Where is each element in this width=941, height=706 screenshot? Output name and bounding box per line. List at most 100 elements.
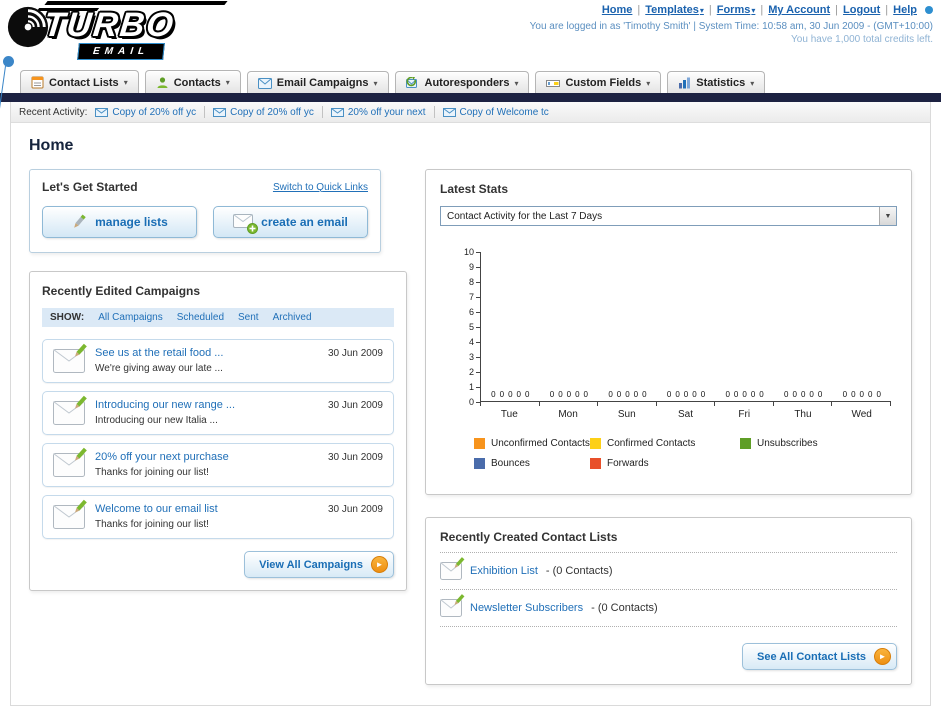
legend-item: Unconfirmed Contacts xyxy=(474,438,590,449)
chart-value-group: 00000 xyxy=(549,390,588,399)
caret-down-icon: ▾ xyxy=(750,78,755,88)
top-link-logout[interactable]: Logout xyxy=(843,4,880,16)
y-axis-label: 10 xyxy=(464,247,480,257)
view-all-campaigns-button[interactable]: View All Campaigns ► xyxy=(244,551,394,578)
y-axis-label: 5 xyxy=(469,322,480,332)
recent-activity-link[interactable]: Copy of Welcome tc xyxy=(460,107,549,118)
chart-value-group: 00000 xyxy=(784,390,823,399)
pencil-icon xyxy=(74,214,86,228)
header: TURBO EMAIL Home | Templates▾ | Forms▾ | My… xyxy=(0,0,941,110)
manage-lists-button[interactable]: manage lists xyxy=(42,206,197,238)
envelope-plus-icon xyxy=(233,213,259,234)
login-info: You are logged in as 'Timothy Smith' | S… xyxy=(529,21,933,32)
tab-autoresponders[interactable]: Autoresponders ▾ xyxy=(394,71,530,93)
right-column: Latest Stats Contact Activity for the La… xyxy=(425,169,912,685)
chart-value-group: 00000 xyxy=(608,390,647,399)
campaign-item[interactable]: Introducing our new range ... Introducin… xyxy=(42,391,394,435)
campaign-date: 30 Jun 2009 xyxy=(327,400,383,411)
tab-label: Contacts xyxy=(173,76,221,89)
tab-statistics[interactable]: Statistics ▾ xyxy=(667,71,766,93)
filter-archived[interactable]: Archived xyxy=(273,312,312,323)
envelope-pencil-icon xyxy=(440,557,465,580)
caret-down-icon: ▾ xyxy=(123,78,128,87)
campaign-link[interactable]: Welcome to our email list xyxy=(95,503,218,515)
statistics-icon xyxy=(679,77,691,89)
turbo-email-logo: TURBO EMAIL xyxy=(6,2,177,60)
filter-all-campaigns[interactable]: All Campaigns xyxy=(98,312,162,323)
recent-activity-item: Copy of 20% off yc xyxy=(95,107,196,118)
filter-scheduled[interactable]: Scheduled xyxy=(177,312,224,323)
credits-info: You have 1,000 total credits left. xyxy=(791,34,933,45)
top-link-forms[interactable]: Forms▾ xyxy=(717,4,756,16)
top-link-home[interactable]: Home xyxy=(602,4,633,16)
chart-x-label: Mon xyxy=(558,409,578,420)
y-axis-label: 6 xyxy=(469,307,480,317)
y-axis-label: 1 xyxy=(469,382,480,392)
campaign-item[interactable]: 20% off your next purchase Thanks for jo… xyxy=(42,443,394,487)
campaign-item[interactable]: See us at the retail food ... We're givi… xyxy=(42,339,394,383)
get-started-title: Let's Get Started xyxy=(42,180,138,194)
tab-contact-lists[interactable]: Contact Lists ▾ xyxy=(20,70,139,93)
get-started-panel: Let's Get Started Switch to Quick Links … xyxy=(29,169,381,253)
campaign-item[interactable]: Welcome to our email list Thanks for joi… xyxy=(42,495,394,539)
campaign-link[interactable]: 20% off your next purchase xyxy=(95,451,229,463)
campaign-subtitle: Thanks for joining our list! xyxy=(95,519,209,530)
legend-item: Bounces xyxy=(474,458,590,469)
campaign-link[interactable]: Introducing our new range ... xyxy=(95,399,235,411)
envelope-pencil-icon xyxy=(53,447,87,477)
chart-y-axis: 10 9 8 7 6 5 4 3 2 1 0 xyxy=(456,247,480,407)
switch-to-quick-links[interactable]: Switch to Quick Links xyxy=(273,182,368,193)
chart-zero-row: 00000 00000 00000 00000 00000 00000 00000 xyxy=(481,390,891,399)
campaign-subtitle: We're giving away our late ... xyxy=(95,363,223,374)
chart-x-labels: Tue Mon Sun Sat Fri Thu Wed xyxy=(480,409,891,420)
tab-label: Autoresponders xyxy=(424,77,510,89)
contact-activity-chart: 10 9 8 7 6 5 4 3 2 1 0 000000000000000000000000000… xyxy=(456,247,892,420)
tab-email-campaigns[interactable]: Email Campaigns ▾ xyxy=(246,71,389,93)
y-axis-label: 8 xyxy=(469,277,480,287)
recent-activity-item: 20% off your next xyxy=(330,107,426,118)
stats-period-select[interactable]: Contact Activity for the Last 7 Days ▼ xyxy=(440,206,897,226)
campaign-date: 30 Jun 2009 xyxy=(327,348,383,359)
caret-down-icon: ▾ xyxy=(646,78,651,88)
tab-custom-fields[interactable]: Custom Fields ▾ xyxy=(535,71,662,93)
contact-list-item[interactable]: Newsletter Subscribers - (0 Contacts) xyxy=(440,590,897,627)
contact-list-link[interactable]: Exhibition List xyxy=(470,565,538,577)
recent-activity-link[interactable]: Copy of 20% off yc xyxy=(112,107,196,118)
see-all-contact-lists-button[interactable]: See All Contact Lists ► xyxy=(741,643,897,670)
campaigns-title: Recently Edited Campaigns xyxy=(42,284,201,298)
show-label: SHOW: xyxy=(50,312,85,323)
contact-list-link[interactable]: Newsletter Subscribers xyxy=(470,602,583,614)
filter-sent[interactable]: Sent xyxy=(238,312,259,323)
custom-fields-icon xyxy=(546,79,561,87)
chart-value-group: 00000 xyxy=(666,390,706,399)
email-campaigns-icon xyxy=(257,77,272,89)
nav-divider-bar xyxy=(0,93,941,102)
recent-activity-link[interactable]: Copy of 20% off yc xyxy=(230,107,314,118)
recent-activity-link[interactable]: 20% off your next xyxy=(348,107,426,118)
campaign-link[interactable]: See us at the retail food ... xyxy=(95,347,223,359)
create-email-button[interactable]: create an email xyxy=(213,206,368,238)
tab-contacts[interactable]: Contacts ▾ xyxy=(144,70,241,93)
envelope-pencil-icon xyxy=(53,395,87,425)
envelope-pencil-icon xyxy=(53,499,87,529)
arrow-right-icon: ► xyxy=(371,556,388,573)
chart-x-ticks xyxy=(480,402,892,406)
legend-item: Unsubscribes xyxy=(740,438,818,449)
y-axis-label: 2 xyxy=(469,367,480,377)
divider xyxy=(204,106,206,118)
top-link-my-account[interactable]: My Account xyxy=(768,4,830,16)
contact-list-count: - (0 Contacts) xyxy=(545,565,613,577)
top-link-help[interactable]: Help xyxy=(893,4,917,16)
y-axis-label: 7 xyxy=(469,292,480,302)
legend-item: Forwards xyxy=(590,458,649,469)
legend-swatch xyxy=(740,438,751,449)
chart-plot-area: 00000 00000 00000 00000 00000 00000 00000 xyxy=(480,252,891,402)
caret-down-icon: ▾ xyxy=(514,78,519,88)
contact-lists-title: Recently Created Contact Lists xyxy=(440,530,618,544)
recent-activity-bar: Recent Activity: Copy of 20% off yc Copy… xyxy=(11,102,930,123)
arrow-right-icon: ► xyxy=(874,648,891,665)
top-link-templates[interactable]: Templates▾ xyxy=(645,4,704,16)
chart-legend: Unconfirmed Contacts Confirmed Contacts … xyxy=(474,438,897,469)
caret-down-icon: ▾ xyxy=(699,6,704,15)
contact-list-item[interactable]: Exhibition List - (0 Contacts) xyxy=(440,553,897,590)
